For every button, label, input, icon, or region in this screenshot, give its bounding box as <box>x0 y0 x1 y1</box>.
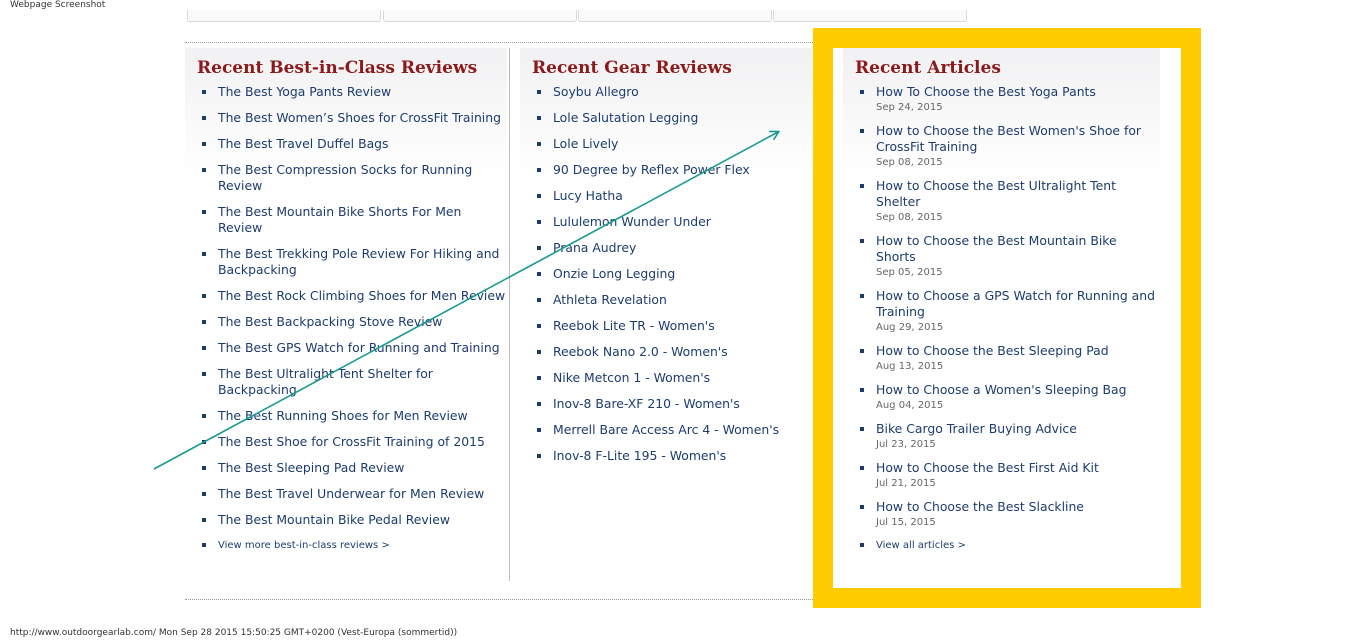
annotation-arrow-line <box>153 132 778 470</box>
url-timestamp-caption: http://www.outdoorgearlab.com/ Mon Sep 2… <box>10 628 458 638</box>
annotation-arrow <box>153 0 1350 470</box>
